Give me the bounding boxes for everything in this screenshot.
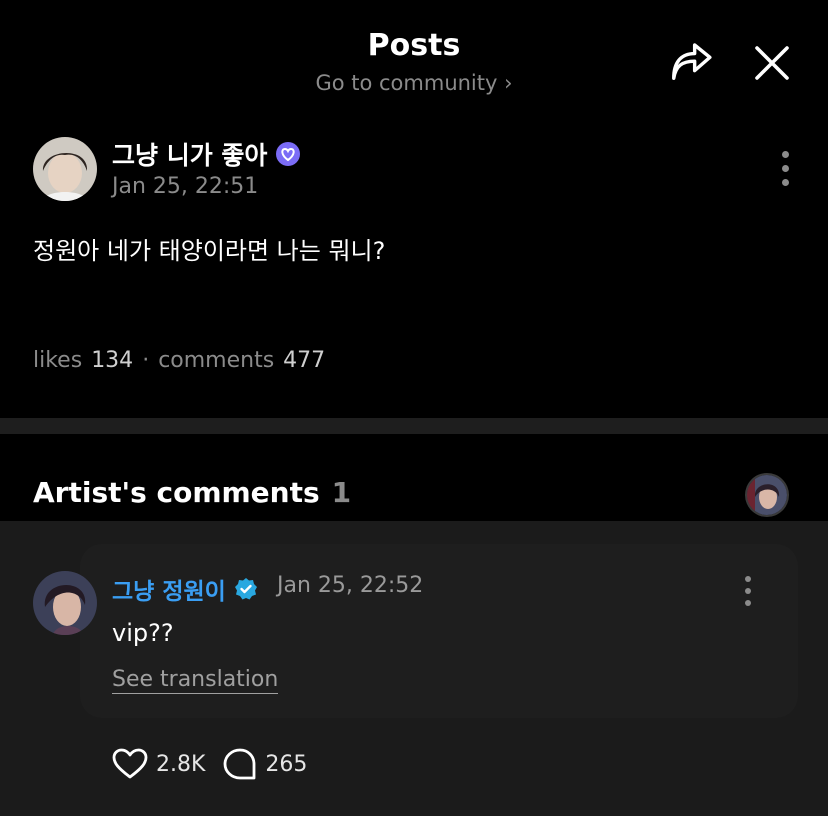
comment-more-button[interactable]: [742, 576, 754, 606]
comments-label[interactable]: comments: [158, 348, 274, 373]
post-stats: likes 134 · comments 477: [33, 348, 325, 373]
artist-comment-text: vip??: [112, 619, 174, 647]
post-author-avatar[interactable]: [33, 137, 97, 201]
more-dot-icon: [781, 179, 789, 186]
artist-comments-count: 1: [331, 476, 352, 509]
artist-avatar[interactable]: [33, 571, 97, 635]
post-author-name: 그냥 니가 좋아: [112, 141, 268, 170]
more-dot-icon: [781, 165, 789, 172]
post-body: 정원아 네가 태양이라면 나는 뭐니?: [33, 237, 386, 265]
post-date: Jan 25, 22:51: [112, 174, 259, 199]
likes-count: 134: [91, 348, 134, 373]
artist-comments-title: Artist's comments: [33, 476, 320, 509]
more-dot-icon: [781, 151, 789, 158]
close-icon: [755, 46, 789, 80]
close-button[interactable]: [754, 45, 790, 81]
stats-separator: ·: [142, 348, 150, 373]
artist-comments-heading: Artist's comments 1: [33, 476, 351, 509]
reply-button[interactable]: 265: [223, 748, 307, 780]
share-icon: [672, 43, 712, 80]
share-button[interactable]: [669, 42, 715, 82]
section-divider: [0, 418, 828, 434]
likes-label: likes: [33, 348, 83, 373]
artist-comment-date: Jan 25, 22:52: [277, 573, 424, 598]
artist-name: 그냥 정원이: [112, 579, 226, 605]
avatar-photo: [33, 137, 97, 201]
go-to-community-label: Go to community: [315, 71, 498, 95]
heart-icon: [112, 748, 148, 779]
post-author[interactable]: 그냥 니가 좋아: [112, 136, 301, 172]
avatar-photo: [33, 571, 97, 635]
reply-count: 265: [265, 751, 308, 777]
more-dot-icon: [745, 600, 751, 606]
avatar-photo: [747, 475, 787, 515]
like-button[interactable]: 2.8K: [112, 748, 205, 780]
more-dot-icon: [745, 588, 751, 594]
chevron-right-icon: ›: [504, 71, 513, 95]
see-translation-link[interactable]: See translation: [112, 667, 279, 694]
comment-actions: 2.8K 265: [112, 748, 307, 780]
post-more-button[interactable]: [778, 151, 792, 186]
comment-bubble-icon: [224, 748, 256, 780]
artist-comment-author[interactable]: 그냥 정원이: [112, 572, 258, 606]
comments-count[interactable]: 477: [283, 348, 325, 373]
artist-mini-avatar[interactable]: [747, 475, 787, 515]
like-count: 2.8K: [156, 751, 206, 777]
more-dot-icon: [745, 576, 751, 582]
verified-heart-badge-icon: [276, 142, 301, 166]
verified-check-badge-icon: [234, 578, 257, 600]
